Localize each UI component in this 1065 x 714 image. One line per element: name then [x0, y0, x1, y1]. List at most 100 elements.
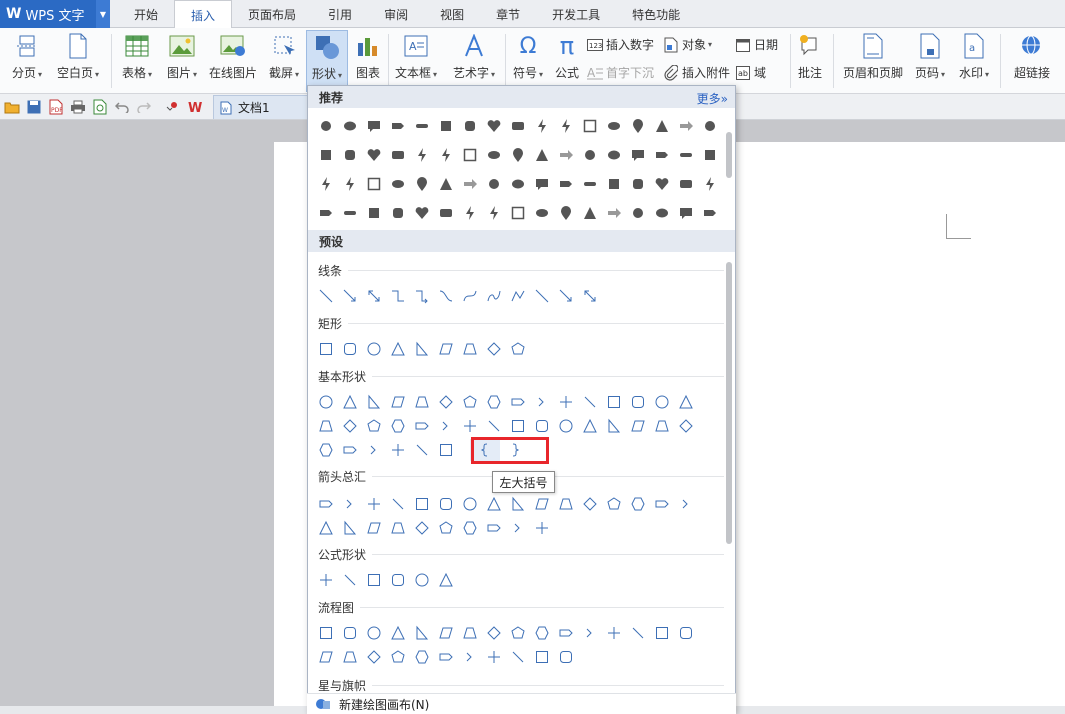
- tab-5[interactable]: 视图: [424, 0, 480, 28]
- basic-shape-11[interactable]: [362, 439, 386, 461]
- tab-4[interactable]: 审阅: [368, 0, 424, 28]
- hyperlink-button[interactable]: 超链接: [1008, 32, 1056, 81]
- line-shape-6[interactable]: [458, 285, 482, 307]
- recommended-shape-4[interactable]: [410, 115, 434, 137]
- basic-shape-16[interactable]: [554, 415, 578, 437]
- recommended-shape-3[interactable]: [314, 202, 338, 224]
- rect-shape-4[interactable]: [410, 338, 434, 360]
- recommended-shape-18[interactable]: [674, 202, 698, 224]
- recommended-shape-16[interactable]: [698, 115, 722, 137]
- line-shape-3[interactable]: [386, 285, 410, 307]
- recommended-shape-13[interactable]: [626, 115, 650, 137]
- basic-shape-13[interactable]: [410, 439, 434, 461]
- basic-shape-9[interactable]: [386, 415, 410, 437]
- recommended-shape-8[interactable]: [434, 202, 458, 224]
- flowchart-shape-8[interactable]: [506, 622, 530, 644]
- recommended-shape-24[interactable]: [674, 173, 698, 195]
- line-shape-10[interactable]: [554, 285, 578, 307]
- basic-shape-2[interactable]: [314, 391, 338, 413]
- arrow-shape-23[interactable]: [626, 493, 650, 515]
- recommended-shape-13[interactable]: [554, 202, 578, 224]
- equation-shape-12[interactable]: [314, 569, 338, 591]
- basic-shape-4[interactable]: [362, 391, 386, 413]
- basic-shape-9[interactable]: [314, 439, 338, 461]
- rect-shape-0[interactable]: [314, 338, 338, 360]
- basic-shape-6[interactable]: [314, 415, 338, 437]
- arrow-shape-11[interactable]: [506, 517, 530, 539]
- recommended-shape-16[interactable]: [578, 144, 602, 166]
- print-preview-icon[interactable]: [92, 99, 108, 115]
- basic-shape-7[interactable]: [434, 391, 458, 413]
- line-shape-2[interactable]: [362, 285, 386, 307]
- arrow-shape-12[interactable]: [530, 517, 554, 539]
- arrow-shape-14[interactable]: [410, 493, 434, 515]
- recommended-shape-5[interactable]: [434, 115, 458, 137]
- recommended-shape-5[interactable]: [362, 202, 386, 224]
- dropcap-button[interactable]: A 首字下沉: [587, 64, 654, 81]
- recommended-shape-13[interactable]: [410, 173, 434, 195]
- flowchart-shape-12[interactable]: [602, 622, 626, 644]
- arrow-shape-24[interactable]: [650, 493, 674, 515]
- recommended-shape-0[interactable]: [314, 115, 338, 137]
- basic-shape-12[interactable]: [554, 391, 578, 413]
- flowchart-shape-5[interactable]: [314, 646, 338, 668]
- tab-1[interactable]: 插入: [174, 0, 233, 29]
- equation-shape-17[interactable]: [434, 569, 458, 591]
- arrow-shape-10[interactable]: [314, 493, 338, 515]
- rect-shape-5[interactable]: [434, 338, 458, 360]
- recommended-shape-11[interactable]: [458, 144, 482, 166]
- flowchart-shape-13[interactable]: [626, 622, 650, 644]
- basic-shape-8[interactable]: [458, 391, 482, 413]
- rect-shape-2[interactable]: [362, 338, 386, 360]
- line-shape-4[interactable]: [410, 285, 434, 307]
- recommended-shape-11[interactable]: [506, 202, 530, 224]
- flowchart-shape-13[interactable]: [506, 646, 530, 668]
- basic-shape-15[interactable]: [626, 391, 650, 413]
- basic-shape-3[interactable]: [338, 391, 362, 413]
- arrow-shape-8[interactable]: [434, 517, 458, 539]
- recommended-shape-9[interactable]: [314, 173, 338, 195]
- table-button[interactable]: 表格 ▾: [118, 32, 156, 81]
- rect-shape-6[interactable]: [458, 338, 482, 360]
- basic-shape-7[interactable]: [338, 415, 362, 437]
- flowchart-shape-14[interactable]: [530, 646, 554, 668]
- line-shape-5[interactable]: [434, 285, 458, 307]
- equation-shape-16[interactable]: [410, 569, 434, 591]
- export-pdf-icon[interactable]: PDF: [48, 99, 64, 115]
- recommended-shape-7[interactable]: [362, 144, 386, 166]
- recommended-shape-12[interactable]: [602, 115, 626, 137]
- basic-shape-10[interactable]: [338, 439, 362, 461]
- equation-shape-14[interactable]: [362, 569, 386, 591]
- arrow-shape-10[interactable]: [482, 517, 506, 539]
- arrow-shape-22[interactable]: [602, 493, 626, 515]
- recommended-shape-20[interactable]: [674, 144, 698, 166]
- redo-icon[interactable]: [136, 99, 152, 115]
- basic-shape-14[interactable]: [506, 415, 530, 437]
- basic-shape-13[interactable]: [578, 391, 602, 413]
- arrow-shape-20[interactable]: [554, 493, 578, 515]
- flowchart-shape-10[interactable]: [554, 622, 578, 644]
- recommended-shape-10[interactable]: [482, 202, 506, 224]
- flowchart-shape-15[interactable]: [674, 622, 698, 644]
- flowchart-shape-9[interactable]: [530, 622, 554, 644]
- recommended-shape-13[interactable]: [506, 144, 530, 166]
- recommended-shape-14[interactable]: [434, 173, 458, 195]
- basic-shape-12[interactable]: [386, 439, 410, 461]
- recommended-shape-8[interactable]: [386, 144, 410, 166]
- wps-cloud-icon[interactable]: W: [188, 99, 204, 115]
- watermark-button[interactable]: a 水印 ▾: [954, 32, 994, 81]
- basic-shape-10[interactable]: [506, 391, 530, 413]
- arrow-shape-15[interactable]: [434, 493, 458, 515]
- basic-shape-10[interactable]: [410, 415, 434, 437]
- recommended-shape-10[interactable]: [338, 173, 362, 195]
- screenshot-button[interactable]: 截屏 ▾: [264, 32, 304, 81]
- flowchart-shape-6[interactable]: [338, 646, 362, 668]
- basic-shape-8[interactable]: [362, 415, 386, 437]
- line-shape-7[interactable]: [482, 285, 506, 307]
- flowchart-shape-15[interactable]: [554, 646, 578, 668]
- open-folder-icon[interactable]: [4, 99, 20, 115]
- line-shape-9[interactable]: [530, 285, 554, 307]
- recommended-shape-22[interactable]: [626, 173, 650, 195]
- arrow-shape-6[interactable]: [386, 517, 410, 539]
- save-icon[interactable]: [26, 99, 42, 115]
